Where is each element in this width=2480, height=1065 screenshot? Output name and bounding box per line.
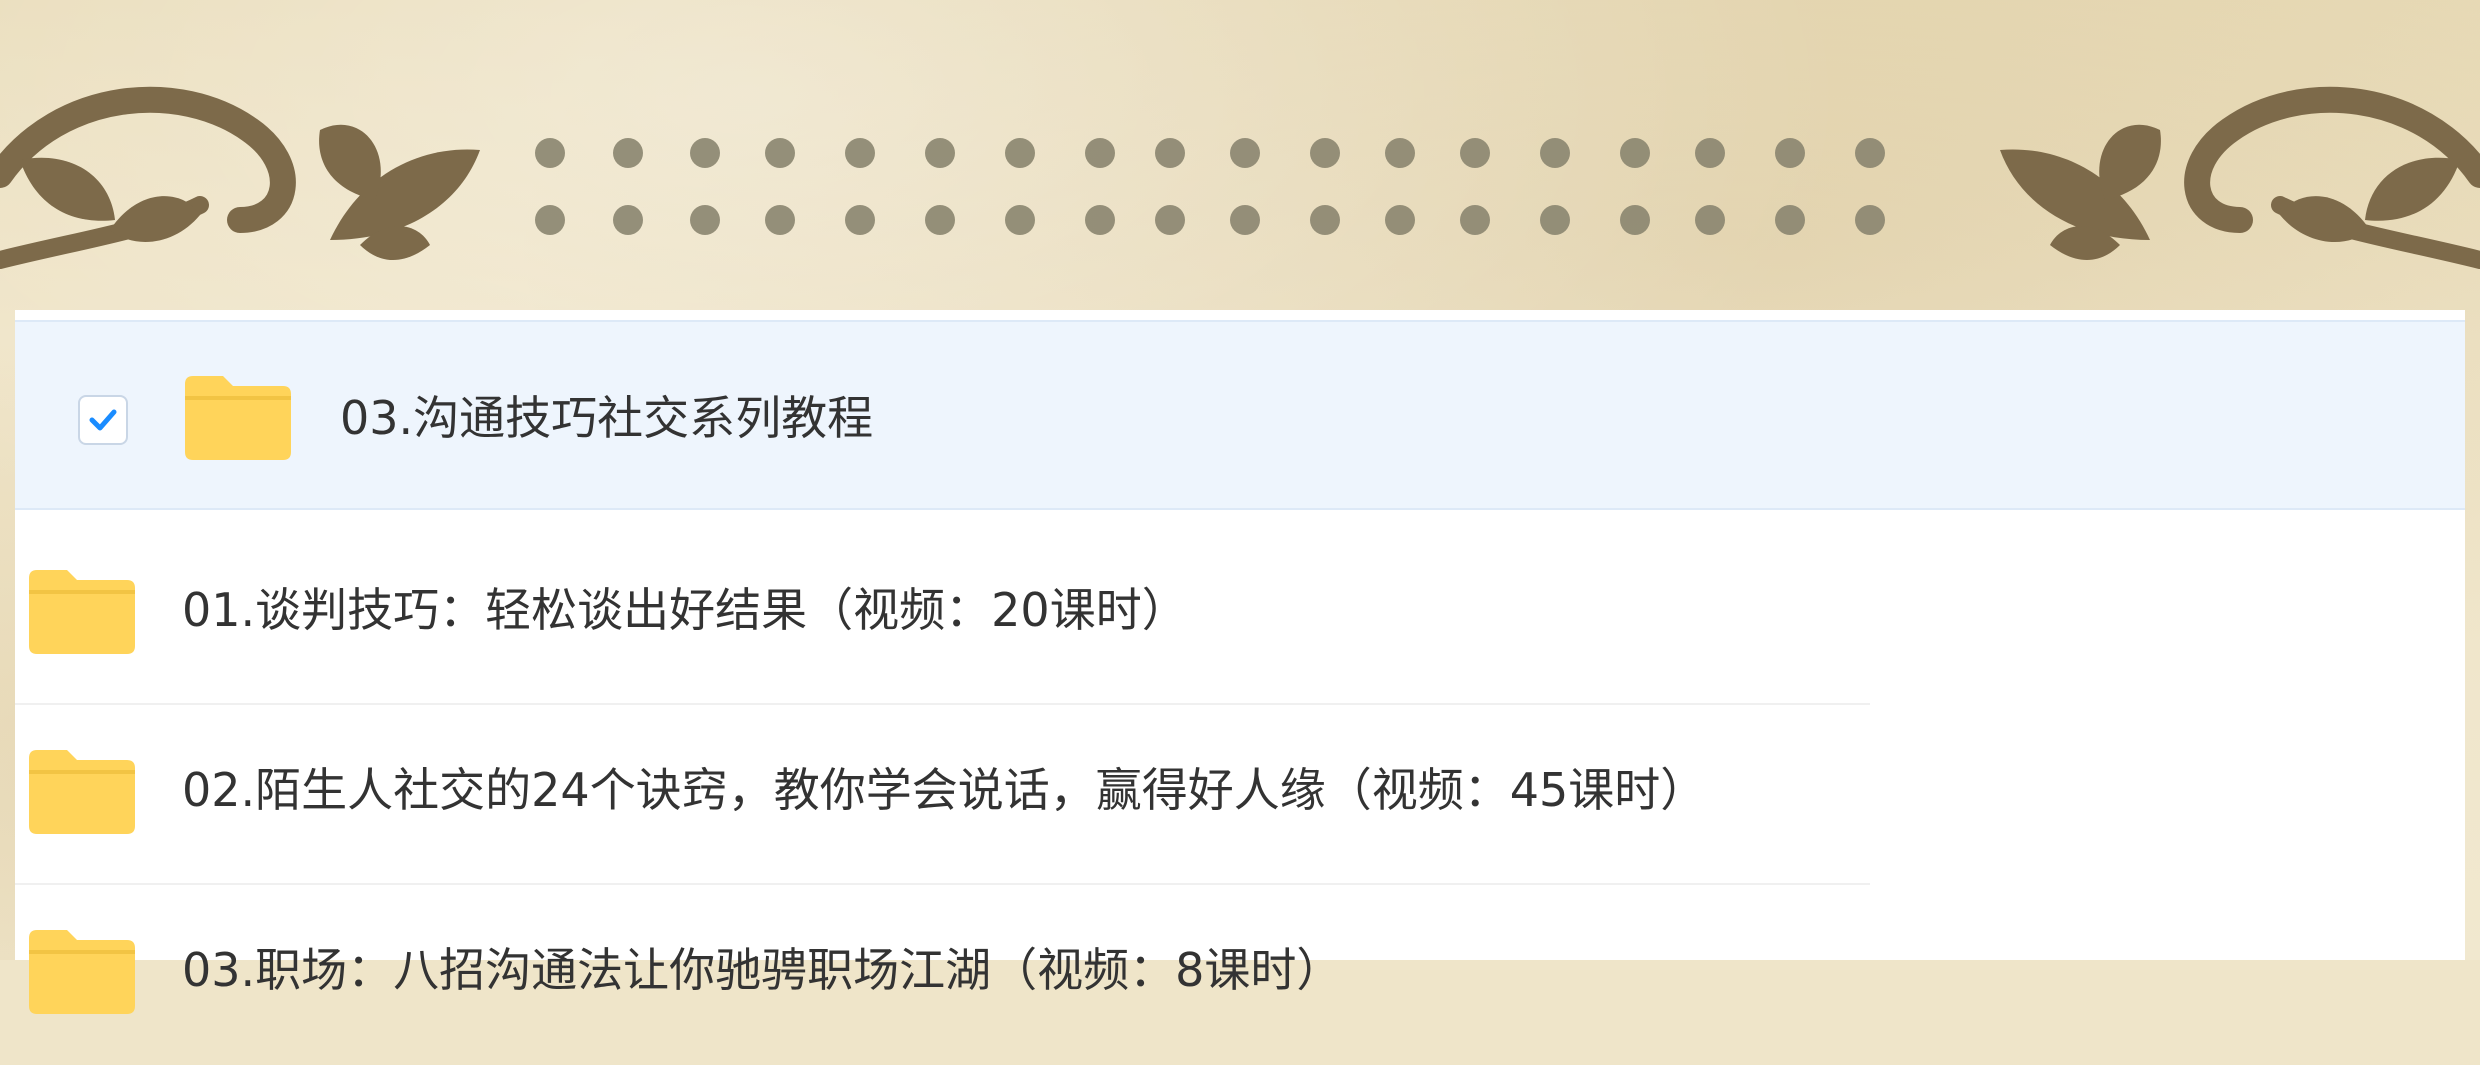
decorative-header-ornament bbox=[0, 86, 2480, 269]
folder-icon bbox=[29, 570, 135, 654]
folder-name[interactable]: 03.职场：八招沟通法让你驰骋职场江湖（视频：8课时） bbox=[182, 940, 1342, 1000]
selected-folder-row[interactable]: 03.沟通技巧社交系列教程 bbox=[15, 320, 2465, 510]
folder-icon bbox=[185, 376, 291, 460]
folder-icon bbox=[29, 750, 135, 834]
select-checkbox[interactable] bbox=[78, 395, 128, 445]
list-item[interactable]: 03.职场：八招沟通法让你驰骋职场江湖（视频：8课时） bbox=[15, 885, 2465, 1065]
list-item[interactable]: 01.谈判技巧：轻松谈出好结果（视频：20课时） bbox=[15, 525, 2465, 705]
checkmark-icon bbox=[89, 409, 117, 431]
list-item[interactable]: 02.陌生人社交的24个诀窍，教你学会说话，赢得好人缘（视频：45课时） bbox=[15, 705, 2465, 885]
file-list-panel: 03.沟通技巧社交系列教程 01.谈判技巧：轻松谈出好结果（视频：20课时） 0… bbox=[15, 310, 2465, 1014]
folder-name[interactable]: 03.沟通技巧社交系列教程 bbox=[340, 388, 873, 448]
folder-icon bbox=[29, 930, 135, 1014]
folder-name[interactable]: 02.陌生人社交的24个诀窍，教你学会说话，赢得好人缘（视频：45课时） bbox=[182, 760, 1706, 820]
folder-name[interactable]: 01.谈判技巧：轻松谈出好结果（视频：20课时） bbox=[182, 580, 1188, 640]
